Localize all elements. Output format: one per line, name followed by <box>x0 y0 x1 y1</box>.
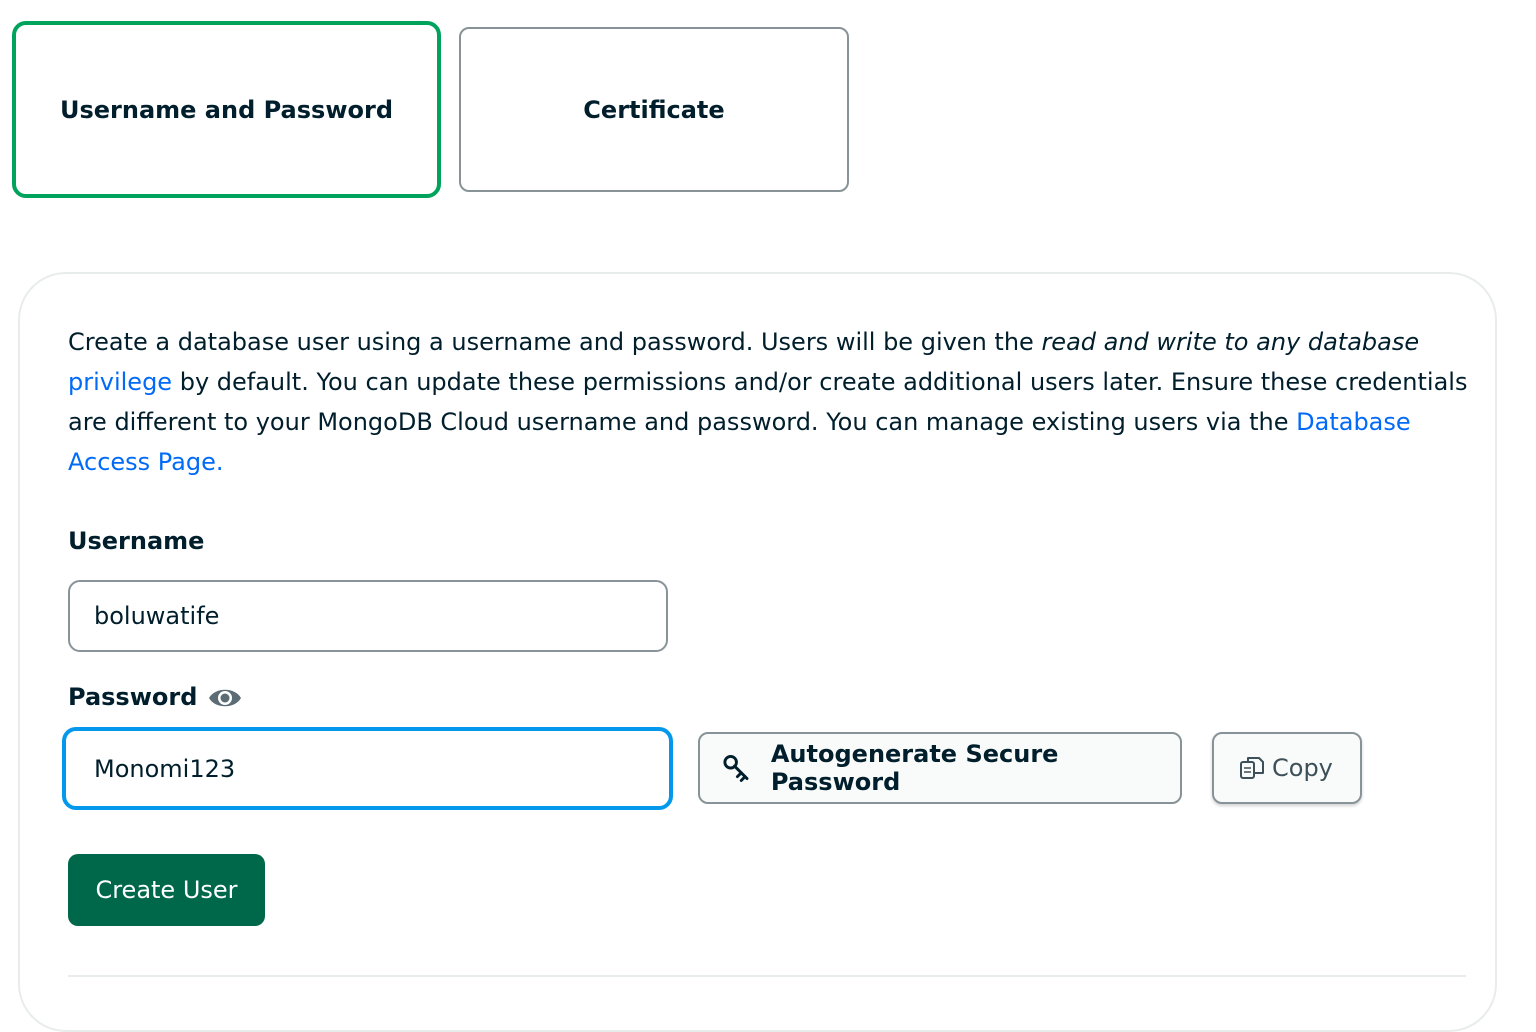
auth-option-certificate-label: Certificate <box>583 95 725 124</box>
description-italic: read and write to any database <box>1041 328 1420 356</box>
autogenerate-password-button[interactable]: Autogenerate Secure Password <box>698 732 1182 804</box>
auth-option-username-password[interactable]: Username and Password <box>12 21 441 198</box>
create-user-button[interactable]: Create User <box>68 854 265 926</box>
key-icon <box>723 755 749 782</box>
username-input[interactable] <box>68 580 668 652</box>
section-divider <box>68 975 1466 977</box>
password-label: Password <box>68 683 198 711</box>
password-input[interactable] <box>62 727 673 810</box>
auth-option-certificate[interactable]: Certificate <box>459 27 849 192</box>
eye-icon[interactable] <box>207 684 243 712</box>
privilege-link[interactable]: privilege <box>68 368 172 396</box>
auth-option-username-password-label: Username and Password <box>59 95 393 124</box>
username-label: Username <box>68 527 205 555</box>
description-part2: by default. You can update these permiss… <box>68 368 1468 436</box>
copy-icon <box>1240 757 1264 779</box>
autogenerate-password-label: Autogenerate Secure Password <box>770 740 1059 796</box>
create-user-label: Create User <box>95 876 238 904</box>
copy-button[interactable]: Copy <box>1212 732 1362 804</box>
description-text: Create a database user using a username … <box>68 322 1468 482</box>
copy-label: Copy <box>1272 754 1333 782</box>
description-part1: Create a database user using a username … <box>68 328 1042 356</box>
